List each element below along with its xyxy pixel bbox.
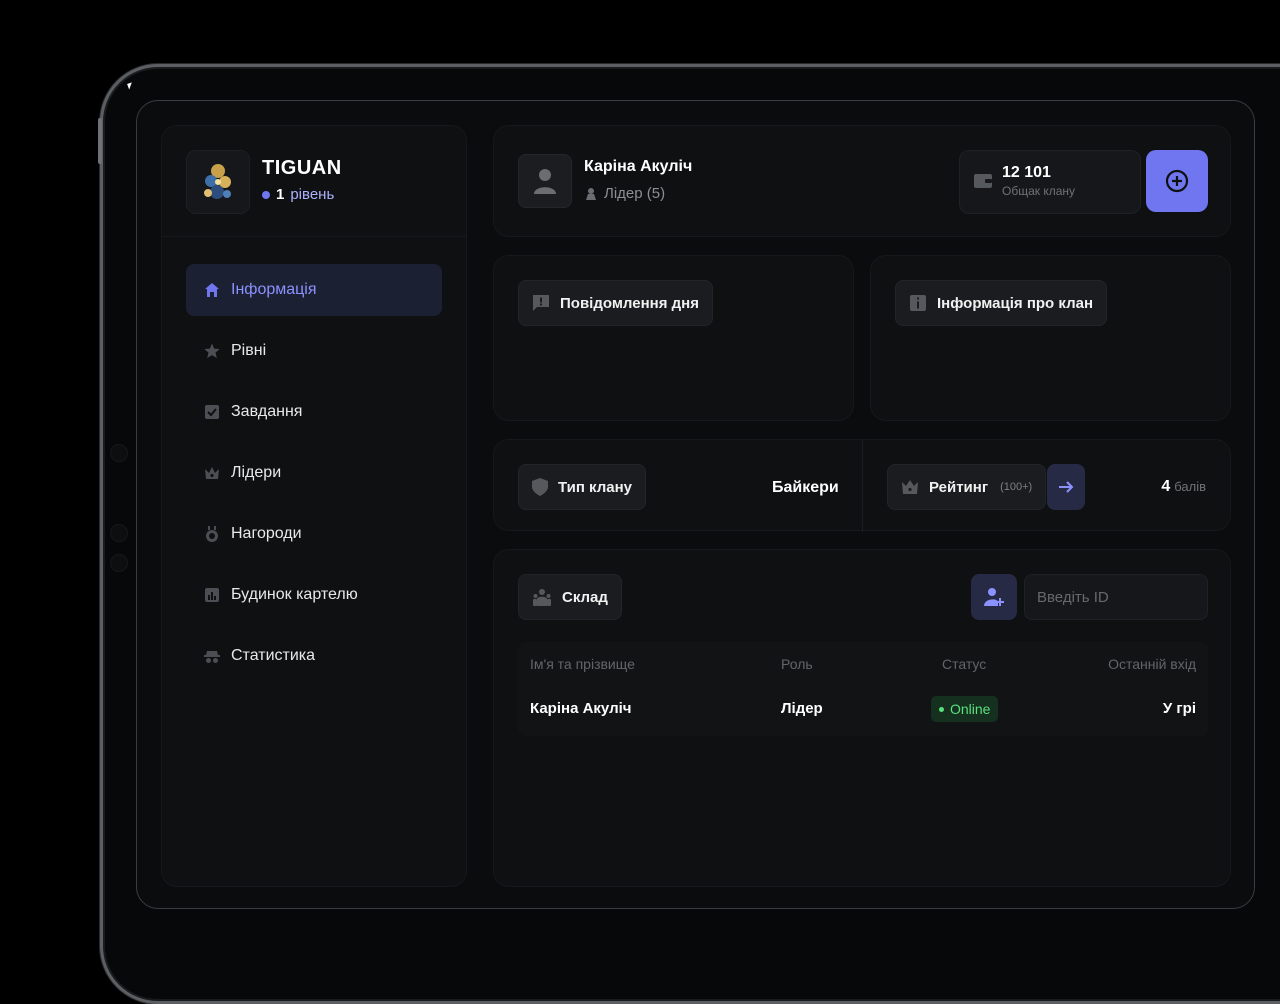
- clan-bank: 12 101 Общак клану: [959, 150, 1141, 214]
- rating-chip: Рейтинг (100+): [887, 464, 1047, 510]
- member-name[interactable]: Каріна Акуліч: [530, 700, 631, 717]
- rating-open-button[interactable]: [1047, 464, 1085, 510]
- sidebar-item-label: Нагороди: [231, 525, 302, 542]
- sidebar-item-label: Лідери: [231, 464, 282, 481]
- sidebar-item-levels[interactable]: Рівні: [186, 325, 442, 377]
- member-id-input[interactable]: [1024, 574, 1208, 620]
- chart-icon: [203, 586, 221, 604]
- rating-note: (100+): [1000, 481, 1033, 493]
- bank-label: Общак клану: [1002, 184, 1076, 198]
- clan-info-panel: Інформація про клан: [870, 255, 1231, 421]
- rating-points: 4 балів: [1161, 478, 1206, 496]
- roster-label: Склад: [562, 588, 608, 606]
- status-badge-label: Online: [950, 701, 991, 717]
- tablet-camera-dot: [110, 444, 128, 462]
- member-last-login: У грі: [1162, 700, 1196, 717]
- user-avatar: [518, 154, 572, 208]
- sidebar-item-label: Будинок картелю: [231, 586, 358, 603]
- crown-icon: [902, 480, 918, 494]
- bank-value: 12 101: [1002, 164, 1051, 181]
- alert-message-icon: [533, 295, 549, 311]
- medal-icon: [203, 525, 221, 543]
- app-screen: TIGUAN 1 рівень Інформація Рівні Завданн…: [136, 100, 1255, 909]
- column-header-last-login: Останній вхід: [1108, 656, 1196, 672]
- sidebar-item-rewards[interactable]: Нагороди: [186, 508, 442, 560]
- sidebar-item-tasks[interactable]: Завдання: [186, 386, 442, 438]
- plus-circle-icon: [1165, 169, 1189, 193]
- user-icon: [534, 169, 556, 194]
- sidebar-item-leaders[interactable]: Лідери: [186, 447, 442, 499]
- wallet-icon: [974, 174, 992, 188]
- roster-table: Ім'я та прізвище Роль Статус Останній вх…: [518, 642, 1208, 736]
- tablet-side-button: [98, 118, 102, 164]
- spy-icon: [203, 647, 221, 665]
- shield-icon: [532, 478, 548, 496]
- clan-header: TIGUAN 1 рівень: [162, 126, 466, 237]
- add-funds-button[interactable]: [1146, 150, 1208, 212]
- sidebar-item-label: Статистика: [231, 647, 316, 664]
- rating-points-value: 4: [1161, 478, 1171, 495]
- clan-level-word: рівень: [290, 186, 335, 203]
- message-of-day-chip: Повідомлення дня: [518, 280, 713, 326]
- clan-avatar: [186, 150, 250, 214]
- clan-level: 1 рівень: [262, 186, 334, 203]
- column-header-status: Статус: [942, 656, 987, 672]
- clan-level-number: 1: [276, 186, 285, 203]
- star-icon: [203, 342, 221, 360]
- status-badge: Online: [931, 696, 999, 722]
- home-icon: [203, 281, 221, 299]
- user-role: Лідер (5): [584, 185, 665, 202]
- rating-label: Рейтинг: [929, 478, 989, 496]
- message-of-day-panel: Повідомлення дня: [493, 255, 854, 421]
- arrow-right-icon: [1059, 481, 1074, 493]
- roster-panel: Склад Ім'я та прізвище Роль Статус Остан…: [493, 549, 1231, 887]
- checkbox-icon: [203, 403, 221, 421]
- column-header-name: Ім'я та прізвище: [530, 656, 635, 672]
- tablet-camera-dot: [110, 524, 128, 542]
- sidebar-item-statistics[interactable]: Статистика: [186, 630, 442, 682]
- clan-name: TIGUAN: [262, 157, 342, 179]
- member-role: Лідер: [781, 700, 823, 717]
- user-role-label: Лідер (5): [604, 185, 666, 202]
- info-icon: [910, 295, 926, 311]
- divider: [862, 440, 863, 532]
- crown-icon: [203, 464, 221, 482]
- online-dot-icon: [939, 706, 944, 712]
- sidebar: TIGUAN 1 рівень Інформація Рівні Завданн…: [161, 125, 467, 887]
- user-header: Каріна Акуліч Лідер (5) 12 101 Общак кла…: [493, 125, 1231, 237]
- user-name: Каріна Акуліч: [584, 158, 693, 175]
- clan-type-label: Тип клану: [558, 478, 633, 496]
- message-of-day-label: Повідомлення дня: [560, 294, 699, 312]
- group-icon: [533, 589, 551, 606]
- clan-type-rating-panel: Тип клану Байкери Рейтинг (100+) 4 балів: [493, 439, 1231, 532]
- sidebar-item-info[interactable]: Інформація: [186, 264, 442, 316]
- invite-member-button[interactable]: [971, 574, 1017, 620]
- rank-icon: [586, 187, 596, 200]
- sidebar-item-cartel-house[interactable]: Будинок картелю: [186, 569, 442, 621]
- sidebar-item-label: Інформація: [231, 281, 317, 298]
- roster-chip: Склад: [518, 574, 622, 620]
- sidebar-item-label: Завдання: [231, 403, 303, 420]
- clan-info-label: Інформація про клан: [937, 294, 1094, 312]
- sidebar-item-label: Рівні: [231, 342, 267, 359]
- column-header-role: Роль: [781, 656, 813, 672]
- clan-type-chip: Тип клану: [518, 464, 647, 510]
- add-user-icon: [984, 588, 1004, 606]
- rating-points-unit: балів: [1174, 479, 1206, 494]
- tablet-camera-dot: [110, 554, 128, 572]
- clan-info-chip: Інформація про клан: [895, 280, 1108, 326]
- clan-type-value: Байкери: [772, 479, 839, 496]
- level-dot-icon: [262, 190, 270, 199]
